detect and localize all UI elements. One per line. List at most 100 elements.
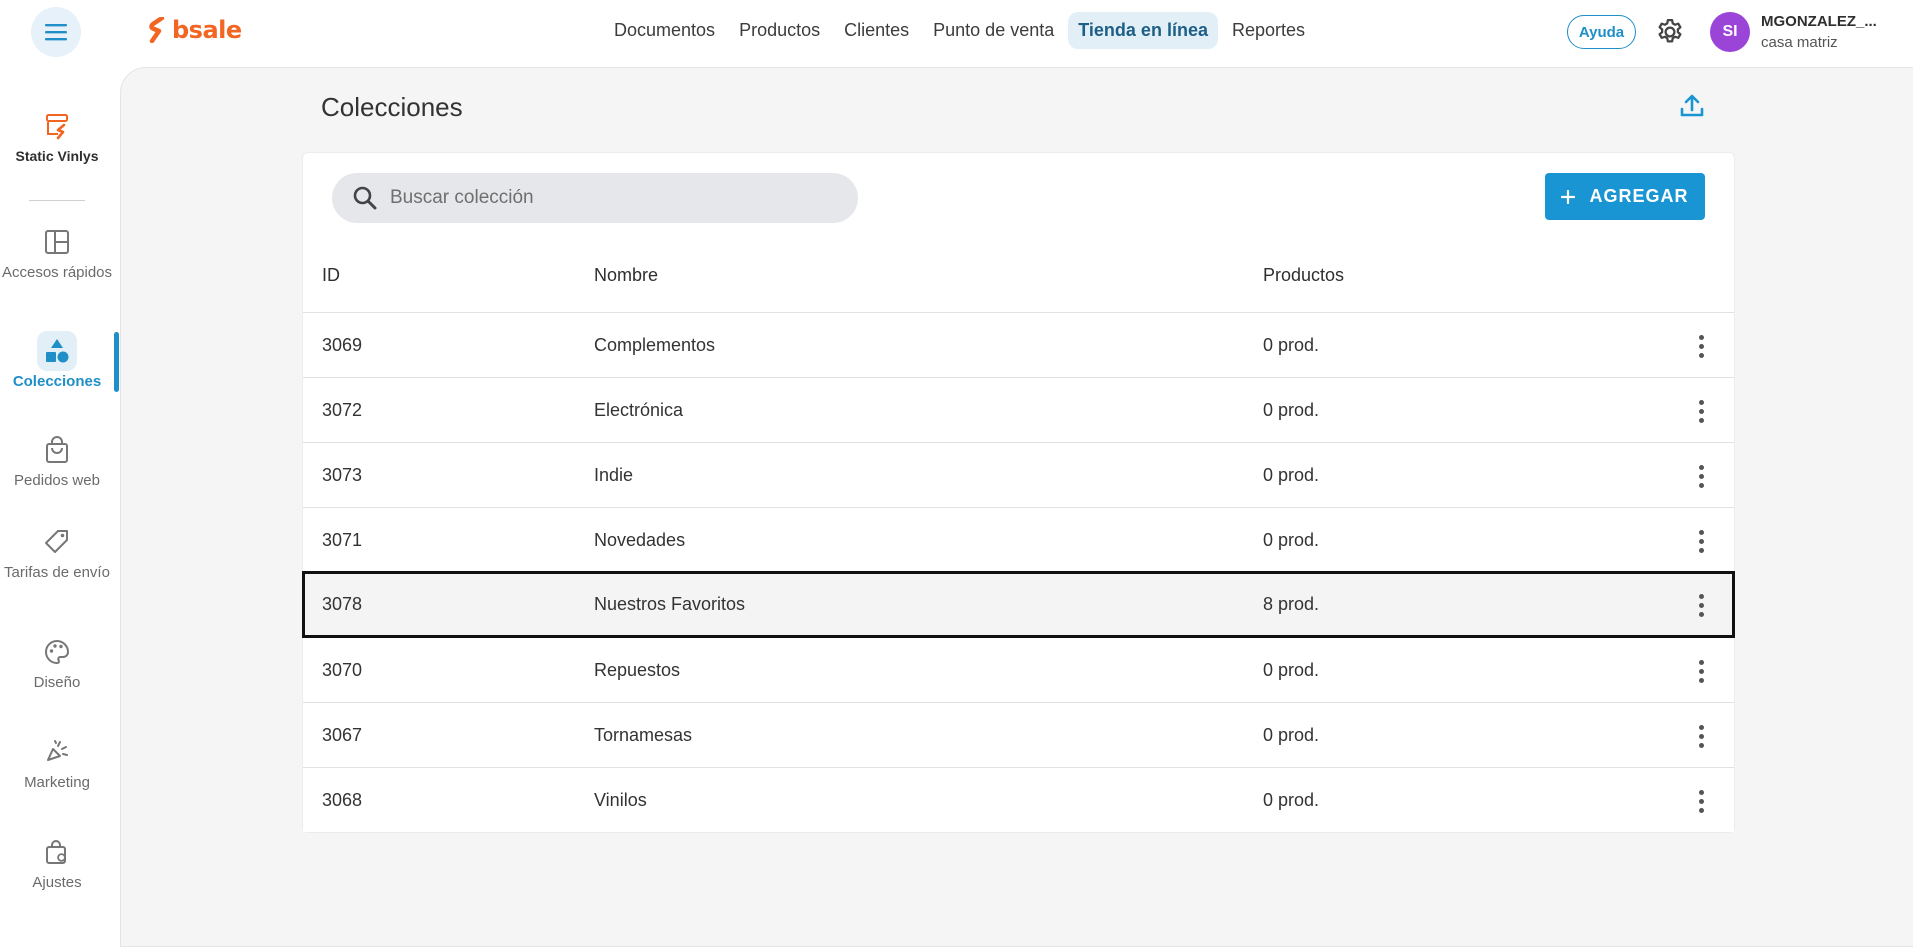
nav-item-punto-de-venta[interactable]: Punto de venta bbox=[923, 12, 1064, 49]
hamburger-icon bbox=[45, 24, 67, 41]
kebab-dot bbox=[1698, 807, 1704, 813]
sidebar-label: Marketing bbox=[24, 774, 90, 791]
row-name: Nuestros Favoritos bbox=[594, 594, 746, 614]
column-header-name[interactable]: Nombre bbox=[594, 265, 658, 286]
top-bar: bsale Documentos Productos Clientes Punto d… bbox=[0, 0, 1913, 64]
kebab-dot bbox=[1698, 473, 1704, 479]
row-products: 0 prod. bbox=[1263, 725, 1320, 745]
kebab-dot bbox=[1698, 399, 1704, 405]
sidebar-item-ajustes[interactable]: Ajustes bbox=[0, 832, 114, 891]
search-input[interactable] bbox=[390, 187, 830, 209]
sidebar: Static Vinlys Accesos rápidos Coleccione… bbox=[0, 64, 120, 933]
user-name[interactable]: MGONZALEZ_... bbox=[1761, 13, 1877, 30]
sidebar-item-accesos-rapidos[interactable]: Accesos rápidos bbox=[0, 222, 114, 281]
sidebar-label: Pedidos web bbox=[14, 472, 100, 489]
add-button-label: AGREGAR bbox=[1589, 186, 1689, 206]
row-products: 0 prod. bbox=[1263, 660, 1320, 680]
nav-item-tienda-en-linea[interactable]: Tienda en línea bbox=[1068, 12, 1218, 49]
kebab-dot bbox=[1698, 417, 1704, 423]
plus-icon bbox=[1561, 189, 1576, 204]
kebab-dot bbox=[1698, 742, 1704, 748]
kebab-dot bbox=[1698, 408, 1704, 414]
row-name: Electrónica bbox=[594, 400, 684, 420]
dashboard-icon bbox=[37, 222, 77, 262]
kebab-dot bbox=[1698, 724, 1704, 730]
row-id: 3069 bbox=[322, 335, 363, 355]
help-button[interactable]: Ayuda bbox=[1567, 15, 1636, 49]
kebab-dot bbox=[1698, 733, 1704, 739]
kebab-dot bbox=[1698, 593, 1704, 599]
kebab-dot bbox=[1698, 611, 1704, 617]
sidebar-item-marketing[interactable]: Marketing bbox=[0, 732, 114, 791]
sidebar-label: Ajustes bbox=[32, 874, 82, 891]
avatar[interactable]: SI bbox=[1710, 12, 1750, 52]
row-name: Novedades bbox=[594, 530, 686, 550]
row-id: 3071 bbox=[322, 530, 363, 550]
row-products: 8 prod. bbox=[1263, 594, 1320, 614]
palette-icon bbox=[37, 632, 77, 672]
kebab-dot bbox=[1698, 602, 1704, 608]
row-products: 0 prod. bbox=[1263, 400, 1320, 420]
store-label: Static Vinlys bbox=[15, 148, 99, 164]
gear-icon[interactable] bbox=[1655, 17, 1685, 47]
row-id: 3073 bbox=[322, 465, 363, 485]
sidebar-label: Tarifas de envío bbox=[4, 564, 110, 581]
nav-item-reportes[interactable]: Reportes bbox=[1222, 12, 1315, 49]
sidebar-label: Diseño bbox=[33, 674, 81, 691]
page-title: Colecciones bbox=[321, 92, 463, 122]
sidebar-item-pedidos-web[interactable]: Pedidos web bbox=[0, 430, 114, 489]
column-header-products[interactable]: Productos bbox=[1263, 265, 1344, 286]
table-row[interactable]: 3072 Electrónica 0 prod. bbox=[303, 377, 1734, 442]
more-options-icon[interactable] bbox=[1688, 787, 1714, 815]
nav-item-documentos[interactable]: Documentos bbox=[604, 12, 725, 49]
table-row[interactable]: 3073 Indie 0 prod. bbox=[303, 442, 1734, 507]
more-options-icon[interactable] bbox=[1688, 397, 1714, 425]
add-collection-button[interactable]: AGREGAR bbox=[1545, 173, 1705, 220]
menu-button[interactable] bbox=[31, 7, 81, 57]
sidebar-item-tarifas-de-envio[interactable]: Tarifas de envío bbox=[0, 522, 114, 581]
more-options-icon[interactable] bbox=[1688, 722, 1714, 750]
user-branch: casa matriz bbox=[1761, 34, 1838, 51]
nav-item-clientes[interactable]: Clientes bbox=[834, 12, 919, 49]
column-header-id[interactable]: ID bbox=[322, 265, 340, 286]
more-options-icon[interactable] bbox=[1688, 591, 1714, 619]
sidebar-item-store[interactable]: Static Vinlys bbox=[0, 106, 114, 165]
shopping-bag-icon bbox=[37, 430, 77, 470]
table-row[interactable]: 3067 Tornamesas 0 prod. bbox=[303, 702, 1734, 767]
kebab-dot bbox=[1698, 789, 1704, 795]
table-row[interactable]: 3071 Novedades 0 prod. bbox=[303, 507, 1734, 572]
tag-icon bbox=[37, 522, 77, 562]
kebab-dot bbox=[1698, 529, 1704, 535]
row-id: 3070 bbox=[322, 660, 363, 680]
table-row[interactable]: 3068 Vinilos 0 prod. bbox=[303, 767, 1734, 832]
table-row[interactable]: 3069 Complementos 0 prod. bbox=[303, 312, 1734, 377]
sidebar-item-diseno[interactable]: Diseño bbox=[0, 632, 114, 691]
main-nav: Documentos Productos Clientes Punto de vent… bbox=[604, 12, 1315, 49]
sidebar-item-colecciones[interactable]: Colecciones bbox=[0, 331, 114, 390]
more-options-icon[interactable] bbox=[1688, 527, 1714, 555]
bsale-logo[interactable]: bsale bbox=[148, 16, 242, 44]
row-products: 0 prod. bbox=[1263, 335, 1320, 355]
more-options-icon[interactable] bbox=[1688, 332, 1714, 360]
sidebar-label: Colecciones bbox=[12, 373, 102, 390]
table-row[interactable]: 3078 Nuestros Favoritos 8 prod. bbox=[302, 571, 1735, 638]
search-box[interactable] bbox=[332, 173, 858, 223]
more-options-icon[interactable] bbox=[1688, 462, 1714, 490]
search-icon bbox=[353, 186, 377, 210]
active-indicator bbox=[114, 332, 119, 392]
bsale-logo-icon bbox=[149, 17, 165, 43]
kebab-dot bbox=[1698, 482, 1704, 488]
row-name: Vinilos bbox=[594, 790, 647, 810]
kebab-dot bbox=[1698, 352, 1704, 358]
kebab-dot bbox=[1698, 798, 1704, 804]
kebab-dot bbox=[1698, 668, 1704, 674]
store-icon bbox=[37, 106, 77, 146]
kebab-dot bbox=[1698, 659, 1704, 665]
more-options-icon[interactable] bbox=[1688, 657, 1714, 685]
kebab-dot bbox=[1698, 464, 1704, 470]
sidebar-divider bbox=[29, 200, 85, 201]
export-icon[interactable] bbox=[1678, 92, 1706, 120]
table-row[interactable]: 3070 Repuestos 0 prod. bbox=[303, 637, 1734, 702]
nav-item-productos[interactable]: Productos bbox=[729, 12, 830, 49]
kebab-dot bbox=[1698, 343, 1704, 349]
